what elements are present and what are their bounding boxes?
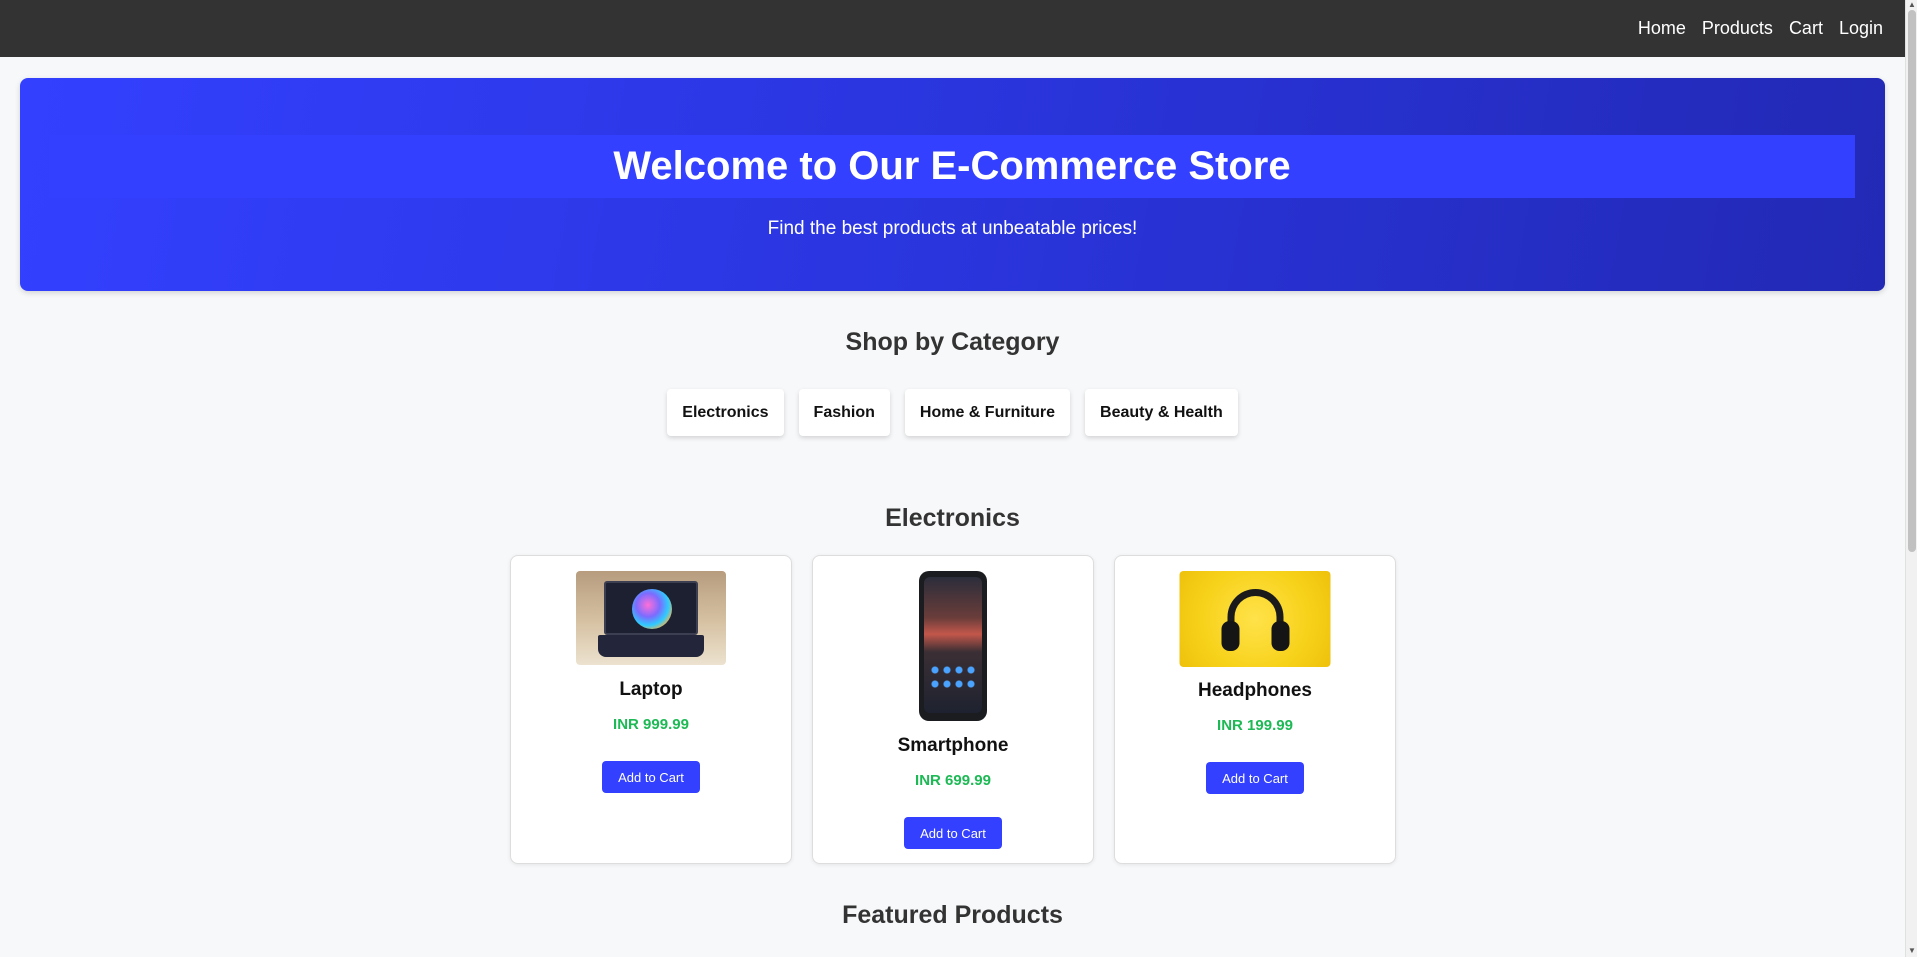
category-beauty-health[interactable]: Beauty & Health — [1085, 389, 1238, 436]
hero-title: Welcome to Our E-Commerce Store — [613, 144, 1291, 188]
category-list: Electronics Fashion Home & Furniture Bea… — [0, 389, 1905, 436]
scrollbar-thumb[interactable] — [1908, 10, 1916, 552]
featured-section-title: Featured Products — [842, 901, 1063, 929]
product-price: INR 199.99 — [1217, 717, 1293, 734]
category-fashion[interactable]: Fashion — [798, 389, 890, 436]
nav-link-home[interactable]: Home — [1638, 19, 1686, 37]
product-grid: Laptop INR 999.99 Add to Cart Smartphone… — [510, 555, 1396, 864]
product-name: Headphones — [1197, 680, 1313, 701]
scroll-up-icon[interactable]: ▲ — [1906, 0, 1917, 10]
electronics-section-title: Electronics — [885, 504, 1020, 532]
hero-banner: Welcome to Our E-Commerce Store Find the… — [20, 78, 1885, 291]
nav-link-products[interactable]: Products — [1702, 19, 1773, 37]
page-scrollbar[interactable]: ▲ ▼ — [1905, 0, 1917, 957]
hero-title-band: Welcome to Our E-Commerce Store — [49, 135, 1855, 198]
category-home-furniture[interactable]: Home & Furniture — [904, 389, 1071, 436]
add-to-cart-button[interactable]: Add to Cart — [1206, 762, 1304, 794]
product-price: INR 999.99 — [613, 716, 689, 733]
navbar: Home Products Cart Login — [0, 0, 1905, 57]
category-section-title: Shop by Category — [845, 328, 1060, 356]
nav-link-cart[interactable]: Cart — [1789, 19, 1823, 37]
scroll-down-icon[interactable]: ▼ — [1906, 945, 1917, 957]
add-to-cart-button[interactable]: Add to Cart — [602, 761, 700, 793]
smartphone-image — [917, 571, 989, 723]
product-name: Laptop — [619, 679, 683, 700]
add-to-cart-button[interactable]: Add to Cart — [904, 817, 1002, 849]
laptop-image — [576, 571, 726, 665]
product-name: Smartphone — [897, 735, 1009, 756]
product-price: INR 699.99 — [915, 772, 991, 789]
product-card-headphones: Headphones INR 199.99 Add to Cart — [1114, 555, 1396, 864]
product-card-smartphone: Smartphone INR 699.99 Add to Cart — [812, 555, 1094, 864]
hero-subtitle: Find the best products at unbeatable pri… — [767, 218, 1138, 239]
headphones-image — [1179, 571, 1331, 667]
product-card-laptop: Laptop INR 999.99 Add to Cart — [510, 555, 792, 864]
nav-link-login[interactable]: Login — [1839, 19, 1883, 37]
category-electronics[interactable]: Electronics — [667, 389, 784, 436]
